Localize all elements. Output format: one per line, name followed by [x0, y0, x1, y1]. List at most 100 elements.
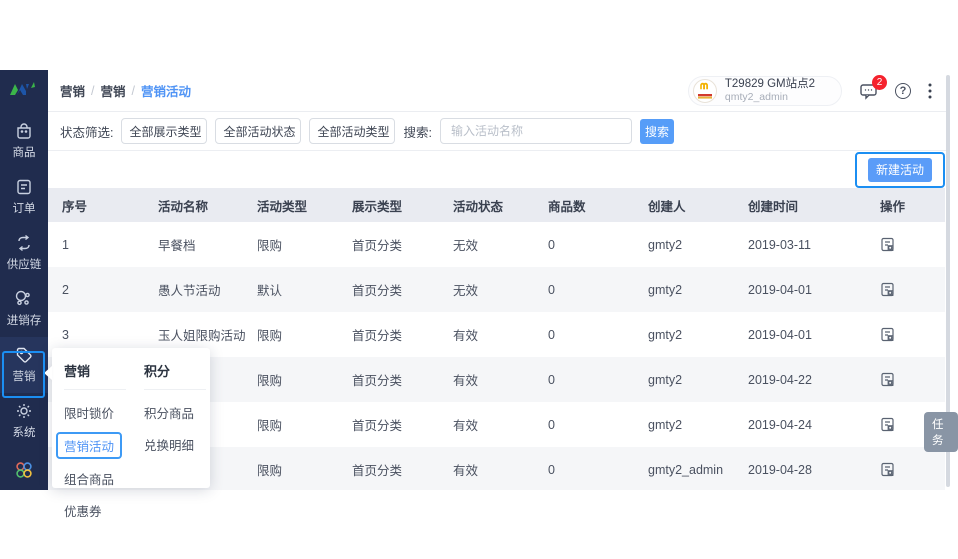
menu-item-marketing-activity[interactable]: 营销活动	[56, 432, 123, 459]
popup-column-title: 积分	[144, 361, 206, 390]
menu-item-exchange-detail[interactable]: 兑换明细	[144, 435, 206, 454]
activity-type-dropdown[interactable]: 全部活动类型	[309, 118, 396, 144]
supply-chain-icon	[18, 234, 30, 252]
cell-display-type: 首页分类	[352, 239, 403, 253]
cell-status: 有效	[453, 329, 479, 343]
sidebar-item-label: 系统	[12, 427, 36, 439]
table-header-row: 序号 活动名称 活动类型 展示类型 活动状态 商品数 创建人 创建时间 操作	[48, 188, 945, 222]
view-detail-icon[interactable]	[880, 327, 895, 343]
view-detail-icon[interactable]	[880, 237, 895, 253]
cell-created-time: 2019-04-01	[748, 327, 812, 342]
menu-item-combo-product[interactable]: 组合商品	[64, 469, 126, 488]
annotation-box-new-activity: 新建活动	[855, 151, 945, 188]
sidebar: 商品 订单 供应链 进销存 营销 系统	[0, 70, 48, 490]
sidebar-item-label: 订单	[12, 203, 36, 215]
menu-item-limited-time-price[interactable]: 限时锁价	[64, 403, 126, 422]
user-title: T29829 GM站点2	[724, 77, 815, 90]
brand-avatar-icon	[694, 80, 716, 101]
cell-activity-type: 限购	[257, 239, 283, 253]
cell-status: 无效	[453, 284, 479, 298]
task-badge[interactable]: 任务	[924, 412, 958, 452]
cell-activity-type: 限购	[257, 329, 283, 343]
cell-created-time: 2019-04-01	[748, 282, 812, 297]
more-options-button[interactable]	[928, 83, 932, 99]
sidebar-item-label: 营销	[12, 371, 36, 383]
cell-activity-type: 限购	[257, 464, 283, 478]
sidebar-item-label: 进销存	[6, 315, 42, 327]
user-info: T29829 GM站点2 qmty2_admin	[725, 78, 815, 103]
cell-creator: gmty2	[648, 282, 683, 297]
help-icon: ?	[895, 82, 911, 99]
topbar-right-cluster: T29829 GM站点2 qmty2_admin 2 ?	[687, 74, 932, 106]
top-bar: 营销 / 营销 / 营销活动 T29829 GM站点2 qmty2_admin …	[48, 70, 946, 112]
activity-status-dropdown[interactable]: 全部活动状态	[215, 118, 302, 144]
sidebar-item-inventory[interactable]: 进销存	[0, 281, 48, 337]
cell-status: 有效	[453, 419, 479, 433]
col-header-index: 序号	[62, 199, 88, 214]
cell-product-count: 0	[548, 327, 555, 342]
popup-column-marketing: 营销 限时锁价 营销活动 组合商品 优惠券	[56, 361, 126, 519]
menu-item-points-product[interactable]: 积分商品	[144, 403, 206, 422]
page: 商品 订单 供应链 进销存 营销 系统 营销 / 营销 / 营销活动 T2982…	[0, 0, 958, 559]
inventory-icon	[15, 290, 30, 306]
sidebar-item-system[interactable]: 系统	[0, 393, 48, 449]
sidebar-item-marketing[interactable]: 营销	[0, 337, 48, 393]
cell-status: 有效	[453, 464, 479, 478]
avatar	[692, 78, 717, 103]
breadcrumb-item[interactable]: 营销	[60, 81, 85, 100]
cell-created-time: 2019-04-24	[748, 417, 812, 432]
view-detail-icon[interactable]	[880, 462, 895, 478]
search-input[interactable]	[439, 118, 632, 144]
cell-display-type: 首页分类	[352, 374, 403, 388]
order-icon	[17, 179, 31, 195]
apps-icon	[16, 462, 32, 478]
view-detail-icon[interactable]	[880, 417, 895, 433]
user-pill[interactable]: T29829 GM站点2 qmty2_admin	[687, 75, 842, 106]
cell-activity-type: 默认	[257, 284, 283, 298]
search-label: 搜索:	[403, 125, 432, 140]
col-header-name: 活动名称	[158, 199, 209, 214]
new-activity-button[interactable]: 新建活动	[868, 157, 932, 182]
breadcrumb-item-current[interactable]: 营销活动	[141, 81, 191, 100]
gear-icon	[17, 404, 31, 418]
cell-product-count: 0	[548, 282, 555, 297]
app-logo	[0, 70, 48, 107]
sidebar-item-label: 商品	[12, 147, 36, 159]
table-row: 1 早餐档 限购 首页分类 无效 0 gmty2 2019-03-11	[48, 222, 945, 267]
bag-icon	[17, 123, 31, 139]
cell-name: 愚人节活动	[158, 284, 221, 298]
view-detail-icon[interactable]	[880, 372, 895, 388]
help-button[interactable]: ?	[895, 82, 911, 99]
dropdown-value: 全部活动类型	[317, 124, 390, 139]
messages-button[interactable]: 2	[859, 74, 887, 100]
cell-display-type: 首页分类	[352, 284, 403, 298]
filter-bar: 状态筛选: 全部展示类型 全部活动状态 全部活动类型 搜索: 搜索	[48, 112, 946, 151]
cell-display-type: 首页分类	[352, 329, 403, 343]
sidebar-item-products[interactable]: 商品	[0, 113, 48, 169]
cell-status: 无效	[453, 239, 479, 253]
table-row: 2 愚人节活动 默认 首页分类 无效 0 gmty2 2019-04-01	[48, 267, 945, 312]
sidebar-apps-launcher[interactable]	[0, 451, 48, 490]
breadcrumb-separator: /	[131, 83, 135, 98]
breadcrumb: 营销 / 营销 / 营销活动	[60, 81, 191, 100]
popup-arrow	[44, 366, 52, 380]
view-detail-icon[interactable]	[880, 282, 895, 298]
sidebar-item-orders[interactable]: 订单	[0, 169, 48, 225]
cell-product-count: 0	[548, 462, 555, 477]
breadcrumb-item[interactable]: 营销	[101, 81, 126, 100]
status-filter-label: 状态筛选:	[60, 125, 114, 140]
sidebar-item-supply-chain[interactable]: 供应链	[0, 225, 48, 281]
dropdown-value: 全部活动状态	[223, 124, 296, 139]
search-button[interactable]: 搜索	[639, 118, 674, 144]
cell-index: 1	[62, 237, 69, 252]
message-count-badge: 2	[872, 74, 887, 90]
popup-column-title: 营销	[64, 361, 126, 390]
cell-creator: gmty2	[648, 237, 683, 252]
col-header-created-time: 创建时间	[748, 199, 799, 214]
cell-created-time: 2019-03-11	[748, 237, 812, 252]
col-header-actions: 操作	[880, 199, 906, 214]
cell-index: 2	[62, 282, 69, 297]
display-type-dropdown[interactable]: 全部展示类型	[121, 118, 208, 144]
cell-creator: gmty2	[648, 417, 683, 432]
menu-item-coupon[interactable]: 优惠券	[64, 501, 126, 520]
